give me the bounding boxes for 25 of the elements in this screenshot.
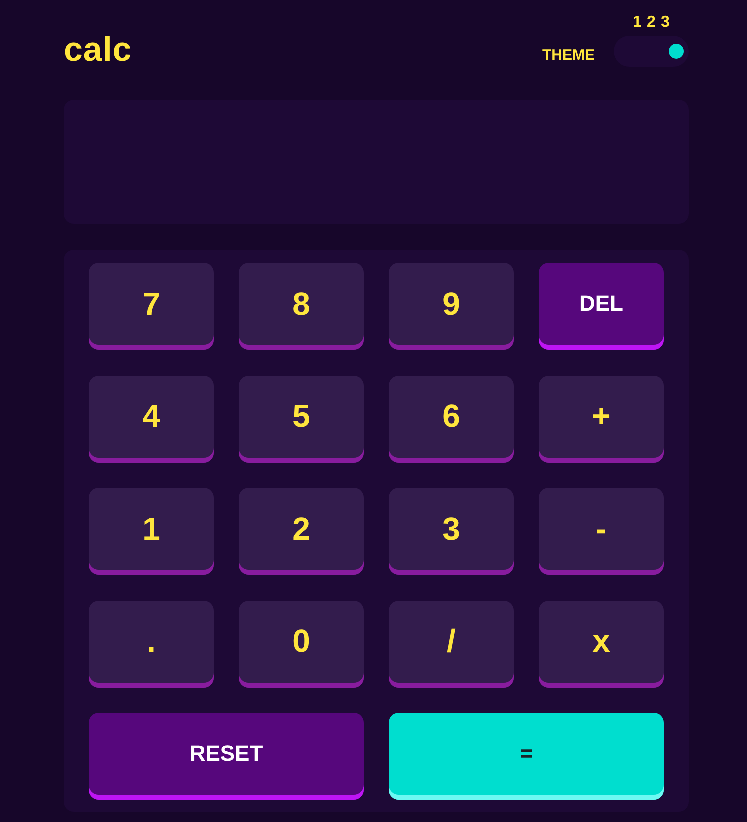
digit-key[interactable]: 3 (389, 488, 514, 575)
operator-key[interactable]: - (539, 488, 664, 575)
theme-switch[interactable] (614, 36, 689, 67)
operator-key[interactable]: + (539, 376, 664, 462)
theme-option-label[interactable]: 3 (658, 15, 672, 31)
digit-key[interactable]: 5 (239, 376, 364, 462)
reset-key[interactable]: RESET (89, 713, 364, 800)
digit-key[interactable]: 9 (389, 263, 514, 350)
digit-key[interactable]: 0 (239, 600, 364, 688)
digit-key[interactable]: 7 (89, 263, 214, 350)
digit-key[interactable]: 8 (239, 263, 364, 350)
digit-key[interactable]: 1 (89, 488, 214, 575)
switch-thumb[interactable] (669, 44, 684, 59)
operator-key[interactable]: / (389, 600, 514, 688)
theme-option-label[interactable]: 1 (630, 15, 644, 31)
operator-key[interactable]: x (539, 600, 664, 688)
digit-key[interactable]: 2 (239, 488, 364, 575)
decimal-key[interactable]: . (89, 600, 214, 688)
digit-key[interactable]: 4 (89, 376, 214, 462)
equals-key[interactable]: = (389, 713, 664, 800)
logo-text: calc (64, 33, 132, 67)
delete-key[interactable]: DEL (539, 263, 664, 350)
theme-option-label[interactable]: 2 (644, 15, 658, 31)
theme-label: THEME (542, 48, 595, 63)
digit-key[interactable]: 6 (389, 376, 514, 462)
